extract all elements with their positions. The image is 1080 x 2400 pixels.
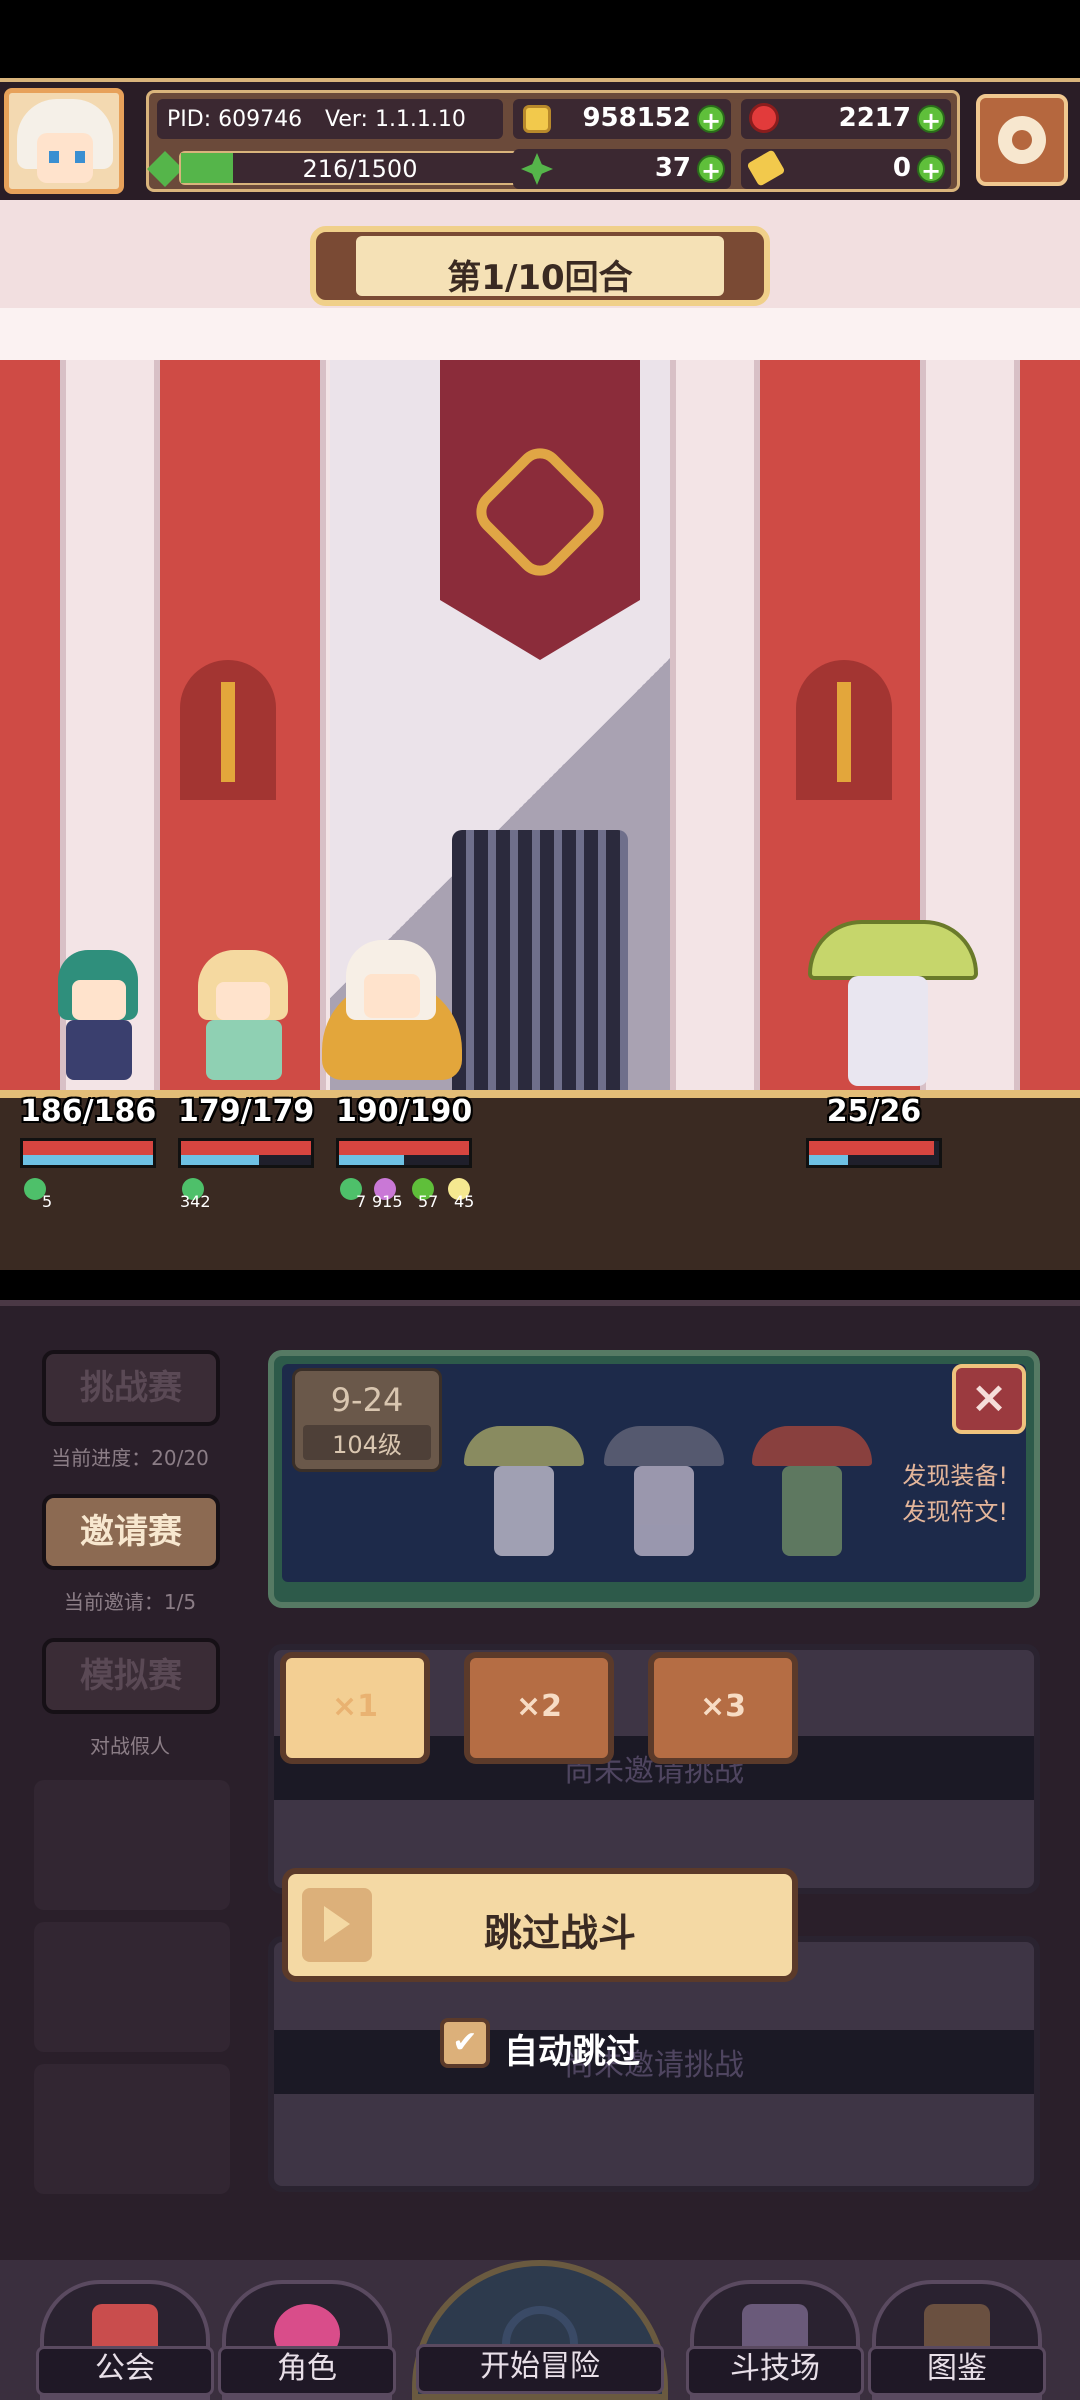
hero-3-hp-bar: [336, 1138, 472, 1168]
challenge-tab[interactable]: 挑战赛: [42, 1350, 220, 1426]
sidebar-empty-slot: [34, 1922, 230, 2052]
add-gem-button[interactable]: +: [917, 105, 945, 135]
key-amount: 0: [892, 153, 911, 183]
energy-icon: [147, 151, 183, 187]
round-banner: 第1/10回合: [310, 226, 770, 306]
invite-tab[interactable]: 邀请赛: [42, 1494, 220, 1570]
nav-adventure-label: 开始冒险: [416, 2344, 664, 2394]
enemy-portrait: [604, 1426, 724, 1576]
speed-x3-button[interactable]: ×3: [648, 1652, 798, 1764]
clover-amount: 37: [654, 153, 691, 183]
nav-character-label: 角色: [218, 2346, 396, 2396]
stage-card[interactable]: 9-24 104级 × 发现装备! 发现符文!: [268, 1350, 1040, 1608]
hero-2-hp-bar: [178, 1138, 314, 1168]
round-counter: 第1/10回合: [447, 258, 633, 298]
hero-3-buff-3: 57: [418, 1192, 439, 1211]
auto-skip-label: 自动跳过: [504, 2032, 640, 2072]
top-hud: PID: 609746 Ver: 1.1.1.10 958152 + 2217 …: [0, 78, 1080, 208]
nav-guild[interactable]: 公会: [36, 2280, 214, 2400]
hero-3-buff-2: 915: [372, 1192, 403, 1211]
speed-x2-button[interactable]: ×2: [464, 1652, 614, 1764]
close-icon: ×: [970, 1372, 1008, 1423]
add-gold-button[interactable]: +: [697, 105, 725, 135]
enemy-hp-bar: [806, 1138, 942, 1168]
enemy-hp: 25/26: [826, 1094, 922, 1129]
hero-1-hp-bar: [20, 1138, 156, 1168]
close-button[interactable]: ×: [952, 1364, 1026, 1434]
found-rune-text: 发现符文!: [902, 1498, 1008, 1526]
nav-arena[interactable]: 斗技场: [686, 2280, 864, 2400]
castle-gate: [452, 830, 628, 1100]
challenge-progress: 当前进度：20/20: [51, 1446, 209, 1470]
invite-progress: 当前邀请：1/5: [63, 1590, 197, 1614]
sidebar-empty-slot: [34, 2064, 230, 2194]
found-equipment-text: 发现装备!: [902, 1462, 1008, 1490]
stage-level: 104级: [303, 1425, 431, 1460]
resource-panel: PID: 609746 Ver: 1.1.1.10 958152 + 2217 …: [146, 90, 960, 192]
hero-2[interactable]: [178, 920, 308, 1090]
key-icon: [746, 149, 786, 187]
add-clover-button[interactable]: +: [697, 155, 725, 185]
skip-battle-button[interactable]: 跳过战斗: [282, 1868, 798, 1982]
nav-codex-label: 图鉴: [868, 2346, 1046, 2396]
nav-guild-label: 公会: [36, 2346, 214, 2396]
enemy-portrait: [464, 1426, 584, 1576]
hero-1-buff-1: 5: [42, 1192, 53, 1211]
energy-text: 216/1500: [302, 155, 418, 183]
auto-skip-checkbox[interactable]: ✔: [440, 2018, 490, 2068]
hero-3-buff-4: 45: [454, 1192, 475, 1211]
skip-battle-label: 跳过战斗: [483, 1911, 636, 1955]
add-key-button[interactable]: +: [917, 155, 945, 185]
ruby-icon: [749, 103, 779, 133]
speed-x1-button[interactable]: ×1: [280, 1652, 430, 1764]
nav-adventure[interactable]: 开始冒险: [412, 2260, 668, 2400]
settings-button[interactable]: [976, 94, 1068, 186]
energy-bar: 216/1500: [179, 151, 541, 185]
nav-codex[interactable]: 图鉴: [868, 2280, 1046, 2400]
gold-bar: 958152 +: [513, 99, 731, 139]
nav-arena-label: 斗技场: [686, 2346, 864, 2396]
key-bar: 0 +: [741, 149, 951, 189]
gold-amount: 958152: [582, 103, 691, 133]
version-text: Ver: 1.1.1.10: [325, 107, 466, 132]
sidebar-empty-slot: [34, 1780, 230, 1910]
mock-tab[interactable]: 模拟赛: [42, 1638, 220, 1714]
enemy-mushroom[interactable]: [808, 920, 978, 1090]
pid-version-bar: PID: 609746 Ver: 1.1.1.10: [157, 99, 503, 139]
hero-3-hp: 190/190: [336, 1094, 473, 1129]
invite-slot-2-text: 尚未邀请挑战: [564, 2048, 744, 2083]
enemy-portrait: [752, 1426, 872, 1576]
mock-subtitle: 对战假人: [90, 1734, 170, 1758]
hero-3-buff-1: 7: [356, 1192, 367, 1211]
hero-2-hp: 179/179: [178, 1094, 315, 1129]
hero-1-hp: 186/186: [20, 1094, 157, 1129]
hero-1[interactable]: [38, 920, 168, 1090]
gem-amount: 2217: [838, 103, 911, 133]
pid-text: PID: 609746: [167, 107, 303, 132]
gold-coin-icon: [523, 105, 551, 133]
bottom-nav: 公会 角色 开始冒险 斗技场 图鉴: [0, 2260, 1080, 2400]
player-avatar[interactable]: [4, 88, 124, 194]
nav-character[interactable]: 角色: [218, 2280, 396, 2400]
stage-level-badge: 9-24 104级: [292, 1368, 442, 1472]
stage-number: 9-24: [330, 1381, 404, 1419]
hero-3[interactable]: [322, 920, 462, 1090]
clover-bar: 37 +: [513, 149, 731, 189]
gem-bar: 2217 +: [741, 99, 951, 139]
hero-2-buff-1: 342: [180, 1192, 211, 1211]
clover-icon: [521, 153, 553, 185]
